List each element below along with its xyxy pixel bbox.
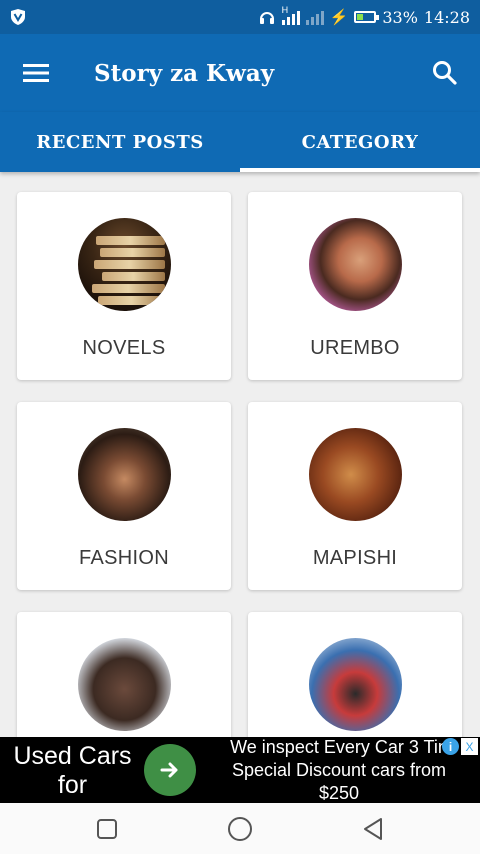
back-button[interactable] (343, 803, 403, 854)
signal-icon: H (281, 5, 300, 25)
books-image (77, 218, 171, 311)
headphones-icon (259, 12, 274, 24)
home-button[interactable] (210, 803, 270, 854)
ad-headline-line1: Used Cars (13, 742, 132, 770)
category-card-6[interactable] (248, 612, 462, 737)
menu-button[interactable] (0, 34, 72, 112)
charging-icon: ⚡ (329, 8, 349, 26)
shield-icon (11, 9, 25, 25)
woman-portrait-image (308, 218, 402, 311)
ad-body-line1: We inspect Every Car 3 Tin (230, 737, 448, 757)
category-card-mapishi[interactable]: MAPISHI (248, 402, 462, 590)
app-title: Story za Kway (94, 59, 275, 87)
search-button[interactable] (410, 34, 480, 112)
signal-2-icon (305, 9, 324, 25)
ad-body-line2: Special Discount cars from (231, 759, 447, 780)
ad-body[interactable]: We inspect Every Car 3 Tin Special Disco… (206, 737, 480, 803)
circle-icon (227, 816, 252, 841)
grilled-food-image (308, 428, 402, 521)
hamburger-icon (23, 64, 49, 82)
arrow-right-icon (160, 762, 178, 778)
category-card-5[interactable] (17, 612, 231, 737)
recents-button[interactable] (77, 803, 137, 854)
ad-headline-line2: for (57, 771, 88, 799)
app-bar: Story za Kway (0, 34, 480, 112)
category-label: FASHION (79, 547, 169, 569)
ad-banner[interactable]: Used Cars for We inspect Every Car 3 Tin… (0, 737, 480, 803)
tab-bar: RECENT POSTS CATEGORY (0, 112, 480, 172)
ad-close-icon[interactable]: X (461, 738, 478, 755)
status-bar: H ⚡ 33% 14:28 (0, 0, 480, 34)
battery-icon (354, 11, 380, 23)
ad-headline[interactable]: Used Cars for (0, 740, 145, 800)
clock: 14:28 (423, 7, 470, 27)
category-card-fashion[interactable]: FASHION (17, 402, 231, 590)
ad-open-button[interactable] (144, 744, 196, 796)
network-type-label: H (281, 5, 289, 15)
back-triangle-icon (364, 817, 383, 840)
category-grid: NOVELS UREMBO FASHION MAPISHI (0, 172, 480, 737)
tab-recent-posts[interactable]: RECENT POSTS (0, 112, 240, 172)
category-label: UREMBO (310, 337, 400, 359)
ad-badges: i X (442, 738, 478, 755)
category-card-novels[interactable]: NOVELS (17, 192, 231, 380)
ad-body-line3: $250 (318, 782, 360, 803)
ad-info-icon[interactable]: i (442, 738, 459, 755)
status-left (10, 8, 26, 26)
family-photo-image (77, 638, 171, 731)
category-card-urembo[interactable]: UREMBO (248, 192, 462, 380)
category-label: MAPISHI (312, 547, 398, 569)
group-photo-image (77, 428, 171, 521)
battery-percent: 33% (382, 7, 418, 27)
system-nav-bar (0, 803, 480, 854)
tab-category[interactable]: CATEGORY (240, 112, 480, 172)
status-right: H ⚡ 33% 14:28 (258, 5, 470, 27)
search-icon (433, 61, 457, 85)
category-label: NOVELS (82, 337, 166, 359)
family-show-image (308, 638, 402, 731)
square-icon (96, 818, 117, 839)
